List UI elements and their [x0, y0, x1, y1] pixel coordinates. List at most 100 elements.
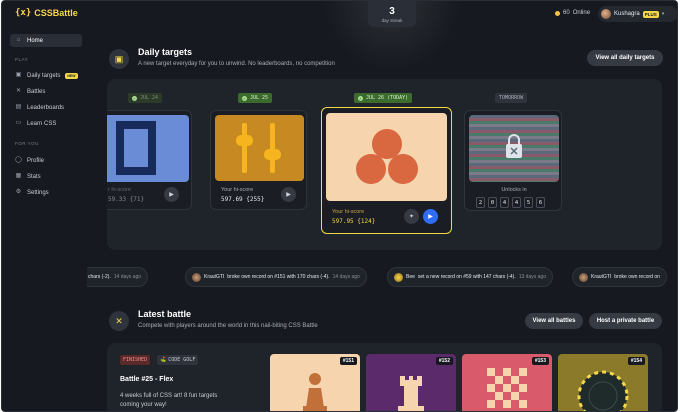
- countdown-digit: 2: [476, 197, 485, 208]
- target-number: #151: [339, 357, 357, 365]
- user-menu[interactable]: Kushagra PLUS ▾: [598, 6, 677, 22]
- latest-battle-panel[interactable]: FINISHED ⛳ CODE GOLF Battle #25 - Flex 4…: [107, 343, 662, 411]
- latest-battle-subtitle: Compete with players around the world in…: [138, 323, 318, 329]
- countdown-digit: 6: [536, 197, 545, 208]
- daily-card-jul-25[interactable]: Your hi-score 597.69 {255} ▶: [210, 110, 307, 210]
- top-bar: {x} CSSBattle 3 day streak 60 Online Kus…: [2, 1, 677, 71]
- gear-icon: ⚙: [15, 189, 22, 195]
- sidebar-item-home[interactable]: ⌂ Home: [10, 34, 82, 47]
- sidebar-item-settings[interactable]: ⚙ Settings: [10, 186, 82, 199]
- play-button[interactable]: ▶: [423, 209, 438, 224]
- ticker-item[interactable]: chars (-2). 14 days ago: [87, 267, 149, 287]
- check-icon: ✓: [358, 95, 363, 101]
- daily-targets-title: Daily targets: [138, 47, 193, 57]
- streak-widget[interactable]: 3 day streak: [322, 1, 462, 71]
- unlock-label: Unlocks in: [501, 187, 527, 193]
- sidebar-item-battles[interactable]: ✕ Battles: [10, 85, 82, 98]
- daily-targets-panel: ✓ JUL 24 r hi-score 59.33 {71} ▶ ✓ JUL 2…: [107, 79, 662, 250]
- streak-box: 3 day streak: [368, 1, 416, 27]
- view-all-daily-button[interactable]: View all daily targets: [587, 50, 663, 66]
- play-button[interactable]: ▶: [281, 187, 296, 202]
- battle-icon: ✕: [109, 311, 129, 331]
- chevron-down-icon: ▾: [661, 11, 665, 17]
- new-badge: NEW: [65, 72, 78, 79]
- daily-card-jul-24[interactable]: r hi-score 59.33 {71} ▶: [107, 110, 192, 210]
- streak-count: 3: [389, 6, 395, 17]
- play-button[interactable]: ▶: [164, 187, 179, 202]
- locked-preview: [469, 115, 559, 182]
- target-shape: [356, 129, 418, 184]
- status-badge: FINISHED: [120, 355, 151, 365]
- app-logo[interactable]: {x} CSSBattle: [15, 8, 78, 18]
- daily-targets-subtitle: A new target everyday for you to unwind.…: [138, 61, 335, 67]
- ticker-item[interactable]: KrautGTI broke own record on: [572, 267, 667, 287]
- target-preview: [326, 113, 447, 201]
- hi-score-value: 597.69 {255}: [221, 196, 265, 203]
- mode-badge: ⛳ CODE GOLF: [157, 355, 199, 365]
- target-shape: [236, 123, 281, 173]
- ticker-time: 14 days ago: [113, 274, 142, 280]
- countdown-digit: 4: [512, 197, 521, 208]
- sidebar-item-profile[interactable]: ◯ Profile: [10, 154, 82, 167]
- section-for-you: FOR YOU: [15, 141, 39, 146]
- hi-score-label: r hi-score: [108, 187, 131, 193]
- day-tag-jul-25: ✓ JUL 25: [238, 93, 273, 103]
- user-name: Kushagra: [614, 11, 640, 17]
- battle-name: Battle #25 - Flex: [120, 376, 174, 383]
- ticker-time: 13 days ago: [518, 274, 546, 280]
- target-number: #153: [531, 357, 549, 365]
- ticker-user: KrautGTI: [591, 274, 612, 280]
- leaderboard-icon: ▤: [15, 104, 22, 110]
- plus-badge: PLUS: [642, 10, 659, 18]
- twitter-share-button[interactable]: ✦: [404, 209, 419, 224]
- stats-icon: ▦: [15, 173, 22, 179]
- sidebar-item-leaderboards[interactable]: ▤ Leaderboards: [10, 101, 82, 114]
- sidebar-item-label: Leaderboards: [27, 104, 65, 111]
- ticker-text: set a new record on #59 with 147 chars (…: [417, 274, 516, 280]
- online-indicator: 60 Online: [555, 10, 590, 16]
- ticker-item[interactable]: Bee set a new record on #59 with 147 cha…: [387, 267, 553, 287]
- view-all-battles-button[interactable]: View all battles: [525, 313, 583, 329]
- ticker-user: KrautGTI: [204, 274, 225, 280]
- home-icon: ⌂: [16, 37, 21, 43]
- target-shape: [116, 121, 156, 175]
- sidebar-item-label: Home: [27, 37, 44, 44]
- sidebar-item-daily-targets[interactable]: ▣ Daily targets NEW: [10, 69, 82, 82]
- battle-target-153[interactable]: #153: [462, 354, 552, 411]
- avatar: [601, 9, 611, 19]
- day-tag-jul-24: ✓ JUL 24: [128, 93, 163, 103]
- streak-label: day streak: [381, 18, 403, 23]
- countdown-digit: 5: [524, 197, 533, 208]
- battle-target-151[interactable]: #151: [270, 354, 360, 411]
- avatar: [192, 272, 201, 282]
- daily-card-today[interactable]: Your hi-score 597.95 {124} ✦ ▶: [321, 107, 452, 234]
- unlock-countdown: 2 0 4 4 5 6: [476, 197, 545, 208]
- target-preview: [107, 115, 189, 182]
- battle-description-line-2: coming your way!: [120, 402, 167, 408]
- ticker-item[interactable]: KrautGTI broke own record on #151 with 1…: [185, 267, 367, 287]
- avatar: [394, 272, 403, 282]
- logo-mark: {x}: [15, 8, 32, 18]
- calendar-icon: ▣: [15, 72, 22, 78]
- latest-battle-title: Latest battle: [138, 309, 192, 319]
- check-icon: ✓: [132, 95, 137, 101]
- user-icon: ◯: [15, 157, 22, 163]
- hi-score-label: Your hi-score: [332, 209, 365, 215]
- play-icon: ▶: [169, 192, 174, 198]
- swords-icon: ✕: [15, 88, 22, 94]
- sidebar-item-label: Daily targets: [27, 72, 61, 79]
- countdown-digit: 4: [500, 197, 509, 208]
- daily-targets-icon: ▣: [109, 49, 129, 69]
- activity-ticker: chars (-2). 14 days ago KrautGTI broke o…: [87, 267, 677, 287]
- sidebar-item-label: Learn CSS: [27, 120, 57, 127]
- day-tag-today: ✓ JUL 26 (TODAY): [354, 93, 413, 103]
- battle-target-154[interactable]: #154: [558, 354, 648, 411]
- host-private-battle-button[interactable]: Host a private battle: [589, 313, 662, 329]
- online-dot-icon: [555, 10, 560, 16]
- sidebar: ⌂ Home PLAY ▣ Daily targets NEW ✕ Battle…: [2, 27, 87, 411]
- sidebar-item-learn-css[interactable]: ▭ Learn CSS: [10, 117, 82, 130]
- play-icon: ▶: [286, 192, 291, 198]
- battle-target-152[interactable]: #152: [366, 354, 456, 411]
- app-window: {x} CSSBattle 3 day streak 60 Online Kus…: [1, 0, 678, 412]
- sidebar-item-stats[interactable]: ▦ Stats: [10, 170, 82, 183]
